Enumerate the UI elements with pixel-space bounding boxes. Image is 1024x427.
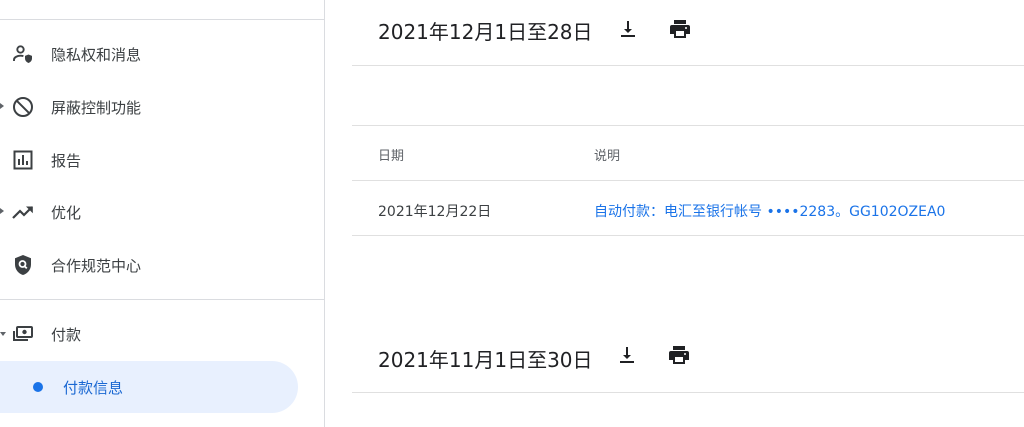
main-content: 2021年12月1日至28日 日期 说明 2021年12月22日 自动付款：电汇… bbox=[352, 0, 1024, 427]
sidebar-item-reports[interactable]: 报告 bbox=[0, 134, 324, 186]
sidebar-item-label: 报告 bbox=[51, 152, 82, 170]
sidebar-subitem-label: 付款信息 bbox=[63, 379, 124, 397]
sidebar-item-label: 付款 bbox=[51, 326, 82, 344]
sidebar-item-blocking-controls[interactable]: 屏蔽控制功能 bbox=[0, 81, 324, 133]
payments-icon bbox=[11, 322, 35, 346]
sidebar-item-privacy-messaging[interactable]: 隐私权和消息 bbox=[0, 28, 324, 80]
sidebar-item-label: 屏蔽控制功能 bbox=[51, 99, 142, 117]
sidebar-item-policy-center[interactable]: 合作规范中心 bbox=[0, 239, 324, 291]
chevron-right-icon[interactable] bbox=[0, 103, 4, 109]
selected-dot-icon bbox=[33, 382, 43, 392]
divider bbox=[352, 65, 1024, 66]
sidebar-item-label: 合作规范中心 bbox=[51, 257, 142, 275]
download-icon[interactable] bbox=[615, 343, 639, 367]
chevron-right-icon[interactable] bbox=[0, 208, 4, 214]
period-title: 2021年12月1日至28日 bbox=[378, 20, 593, 44]
sidebar-item-label: 优化 bbox=[51, 204, 82, 222]
download-icon[interactable] bbox=[616, 17, 640, 41]
print-icon[interactable] bbox=[667, 343, 691, 367]
period-title: 2021年11月1日至30日 bbox=[378, 348, 593, 372]
column-header-date: 日期 bbox=[378, 149, 405, 164]
divider bbox=[352, 125, 1024, 126]
sidebar-subitem-payment-info[interactable]: 付款信息 bbox=[0, 361, 298, 413]
sidebar-nav: 隐私权和消息 屏蔽控制功能 报告 优化 合作规范中心 付款 付款信息 bbox=[0, 0, 325, 427]
account-shield-icon bbox=[11, 42, 35, 66]
sidebar-item-payments[interactable]: 付款 bbox=[0, 308, 324, 360]
sidebar-item-label: 隐私权和消息 bbox=[51, 46, 142, 64]
divider bbox=[0, 299, 324, 300]
sidebar-item-optimization[interactable]: 优化 bbox=[0, 186, 324, 238]
row-description-link[interactable]: 自动付款：电汇至银行帐号 ••••2283。GG102OZEA0 bbox=[594, 201, 945, 221]
divider bbox=[352, 180, 1024, 181]
policy-shield-icon bbox=[11, 253, 35, 277]
divider bbox=[352, 235, 1024, 236]
bar-chart-icon bbox=[11, 148, 35, 172]
chevron-down-icon[interactable] bbox=[0, 332, 6, 336]
block-icon bbox=[11, 95, 35, 119]
row-date: 2021年12月22日 bbox=[378, 204, 492, 220]
trending-up-icon bbox=[11, 200, 35, 224]
divider bbox=[352, 392, 1024, 393]
column-header-description: 说明 bbox=[594, 149, 621, 164]
divider bbox=[0, 19, 324, 20]
print-icon[interactable] bbox=[668, 17, 692, 41]
